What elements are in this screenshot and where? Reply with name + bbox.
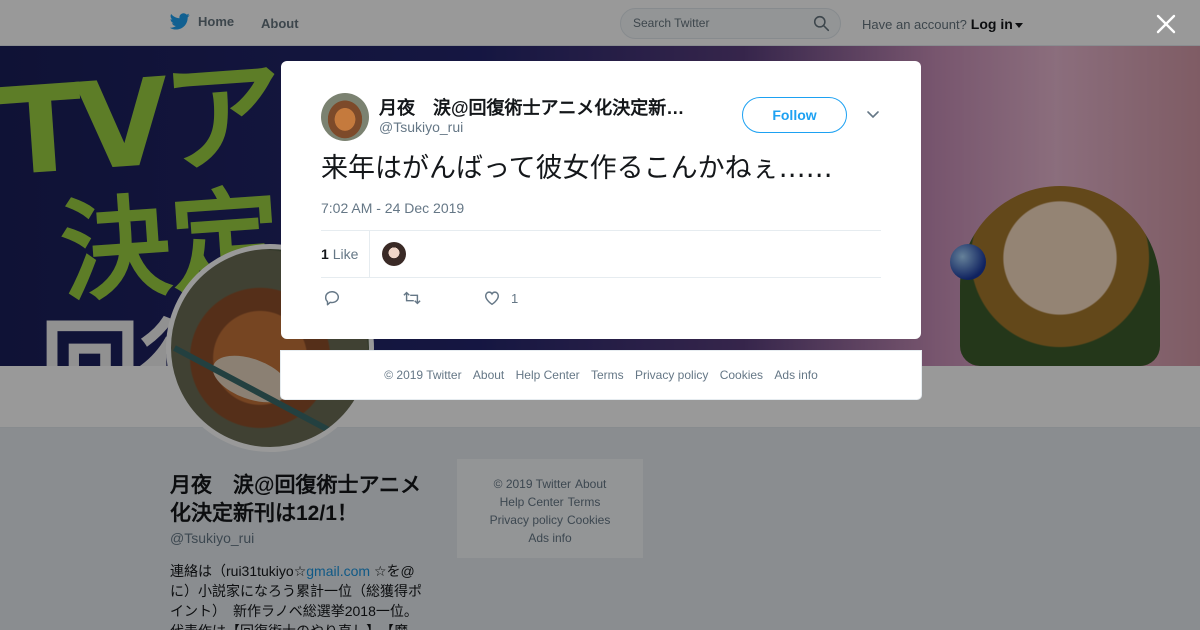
footer-privacy[interactable]: Privacy policy <box>635 368 708 382</box>
footer-help[interactable]: Help Center <box>516 368 580 382</box>
like-action-count: 1 <box>511 291 519 306</box>
tweet-modal: 月夜 涙@回復術士アニメ化決定新… @Tsukiyo_rui Follow 来年… <box>281 61 921 339</box>
liker-avatar[interactable] <box>382 242 406 266</box>
heart-icon[interactable] <box>483 289 501 307</box>
modal-footer: © 2019 Twitter About Help Center Terms P… <box>280 350 922 400</box>
likes-count: 1 <box>321 246 329 262</box>
footer-ads[interactable]: Ads info <box>774 368 817 382</box>
retweet-icon[interactable] <box>402 289 422 307</box>
likes-label: Like <box>332 246 359 262</box>
footer-cookies[interactable]: Cookies <box>720 368 763 382</box>
footer-about[interactable]: About <box>473 368 504 382</box>
likes-stat[interactable]: 1 Like <box>321 246 358 262</box>
tweet-author-avatar[interactable] <box>321 93 369 141</box>
tweet-timestamp[interactable]: 7:02 AM - 24 Dec 2019 <box>321 200 464 216</box>
tweet-text: 来年はがんばって彼女作るこんかねぇ…… <box>321 153 833 184</box>
footer-terms[interactable]: Terms <box>591 368 624 382</box>
footer-copyright: © 2019 Twitter <box>384 368 462 382</box>
follow-button[interactable]: Follow <box>742 97 847 133</box>
tweet-author-name[interactable]: 月夜 涙@回復術士アニメ化決定新… <box>379 94 699 120</box>
tweet-stats: 1 Like <box>321 230 881 278</box>
reply-icon[interactable] <box>323 289 341 307</box>
close-icon[interactable] <box>1155 13 1177 35</box>
stats-divider <box>369 231 370 277</box>
tweet-author-handle[interactable]: @Tsukiyo_rui <box>379 119 463 135</box>
chevron-down-icon[interactable] <box>866 110 880 120</box>
